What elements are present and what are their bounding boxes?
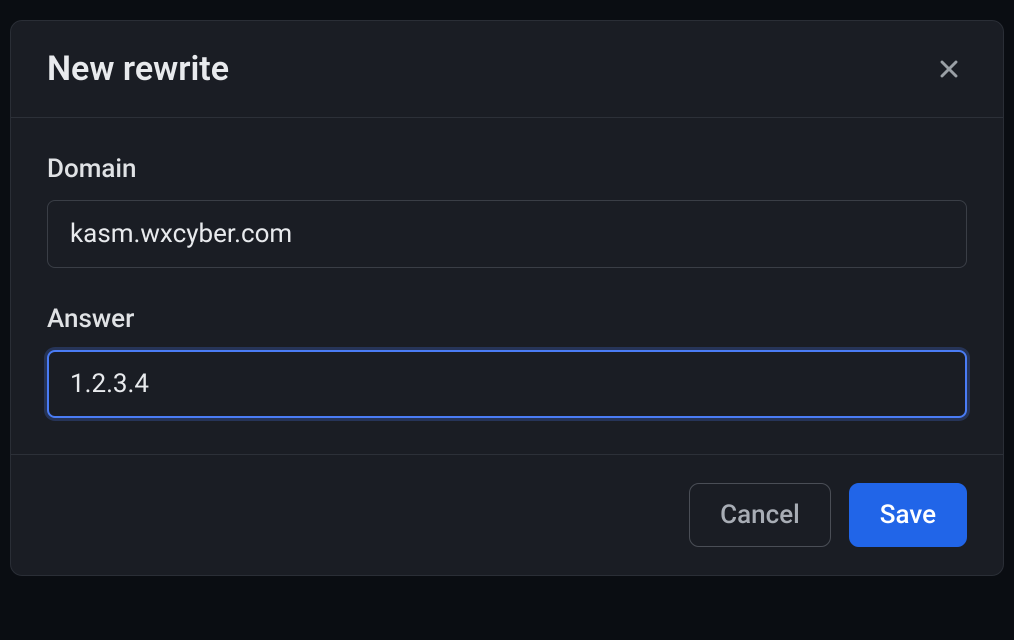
answer-field-group: Answer <box>47 304 967 418</box>
close-button[interactable] <box>931 51 967 87</box>
cancel-button[interactable]: Cancel <box>689 483 831 547</box>
domain-label: Domain <box>47 154 967 184</box>
save-button[interactable]: Save <box>849 483 967 547</box>
answer-label: Answer <box>47 304 967 334</box>
close-icon <box>935 55 963 83</box>
answer-input[interactable] <box>47 350 967 418</box>
modal-header: New rewrite <box>11 21 1003 118</box>
domain-field-group: Domain <box>47 154 967 268</box>
domain-input[interactable] <box>47 200 967 268</box>
modal-footer: Cancel Save <box>11 454 1003 575</box>
new-rewrite-modal: New rewrite Domain Answer Cancel Save <box>10 20 1004 576</box>
modal-title: New rewrite <box>47 49 229 89</box>
modal-body: Domain Answer <box>11 118 1003 454</box>
